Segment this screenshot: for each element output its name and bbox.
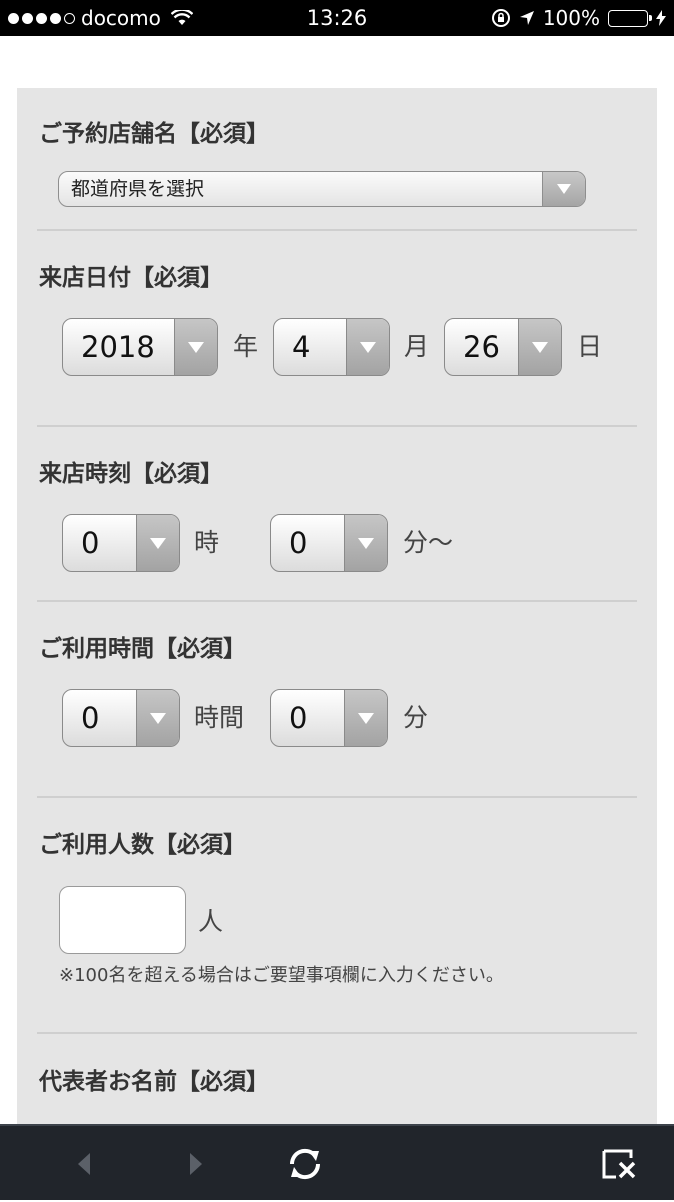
chevron-down-icon: [174, 319, 217, 375]
chevron-down-icon: [344, 690, 387, 746]
charging-bolt-icon: [656, 10, 666, 26]
month-select[interactable]: 4: [273, 318, 390, 376]
browser-toolbar: [0, 1124, 674, 1200]
visit-date-label: 来店日付【必須】: [39, 265, 223, 291]
usage-minutes-select[interactable]: 0: [270, 689, 388, 747]
chevron-down-icon: [346, 319, 389, 375]
visit-minute-unit: 分〜: [403, 528, 454, 557]
day-unit: 日: [577, 332, 603, 361]
back-button[interactable]: [66, 1126, 102, 1202]
visit-minute-value: 0: [289, 526, 308, 560]
year-unit: 年: [233, 332, 259, 361]
party-size-label: ご利用人数【必須】: [39, 832, 246, 858]
close-window-icon: [602, 1149, 636, 1179]
chevron-down-icon: [136, 515, 179, 571]
divider: [37, 600, 637, 602]
usage-hours-value: 0: [81, 701, 100, 735]
usage-minutes-unit: 分: [403, 703, 429, 732]
day-select-value: 26: [463, 330, 500, 364]
divider: [37, 1032, 637, 1034]
usage-time-label: ご利用時間【必須】: [39, 636, 246, 662]
forward-button[interactable]: [178, 1126, 214, 1202]
visit-hour-select[interactable]: 0: [62, 514, 180, 572]
usage-hours-unit: 時間: [194, 703, 245, 732]
visit-time-label: 来店時刻【必須】: [39, 461, 223, 487]
year-select[interactable]: 2018: [62, 318, 218, 376]
location-arrow-icon: [519, 10, 535, 26]
chevron-down-icon: [136, 690, 179, 746]
orientation-lock-icon: [491, 8, 511, 28]
chevron-right-icon: [190, 1153, 202, 1175]
status-right: 100%: [491, 0, 666, 36]
battery-icon: [608, 9, 652, 27]
chevron-left-icon: [78, 1153, 90, 1175]
divider: [37, 229, 637, 231]
status-bar: docomo 13:26 100%: [0, 0, 674, 36]
party-size-input[interactable]: [59, 886, 186, 954]
day-select[interactable]: 26: [444, 318, 562, 376]
party-size-note: ※100名を超える場合はご要望事項欄に入力ください。: [59, 965, 504, 986]
party-size-unit: 人: [198, 907, 224, 936]
chevron-down-icon: [518, 319, 561, 375]
year-select-value: 2018: [81, 330, 155, 364]
usage-hours-select[interactable]: 0: [62, 689, 180, 747]
close-tab-button[interactable]: [598, 1126, 640, 1202]
visit-minute-select[interactable]: 0: [270, 514, 388, 572]
refresh-icon: [289, 1148, 321, 1180]
month-unit: 月: [404, 332, 430, 361]
visit-hour-unit: 時: [194, 528, 220, 557]
reservation-form: ご予約店舗名【必須】 都道府県を選択 来店日付【必須】 2018 年 4 月 2…: [17, 88, 657, 1128]
divider: [37, 796, 637, 798]
prefecture-select-value: 都道府県を選択: [71, 178, 205, 200]
visit-hour-value: 0: [81, 526, 100, 560]
representative-name-label: 代表者お名前【必須】: [39, 1069, 269, 1095]
chevron-down-icon: [542, 172, 585, 206]
chevron-down-icon: [344, 515, 387, 571]
usage-minutes-value: 0: [289, 701, 308, 735]
reload-button[interactable]: [284, 1126, 326, 1202]
divider: [37, 425, 637, 427]
month-select-value: 4: [292, 330, 311, 364]
prefecture-select[interactable]: 都道府県を選択: [58, 171, 586, 207]
battery-percent: 100%: [542, 6, 600, 30]
store-label: ご予約店舗名【必須】: [39, 121, 269, 147]
